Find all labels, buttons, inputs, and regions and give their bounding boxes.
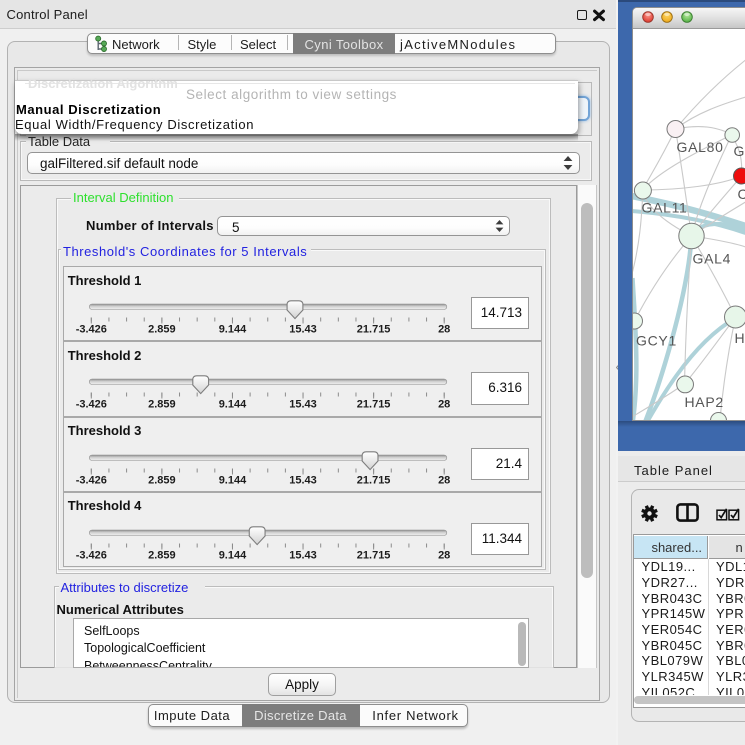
svg-text:2.859: 2.859 (148, 474, 176, 486)
svg-text:21.715: 21.715 (356, 324, 390, 336)
svg-text:9.144: 9.144 (218, 324, 246, 336)
svg-text:GAL80: GAL80 (676, 139, 723, 155)
svg-text:GAL4: GAL4 (692, 251, 731, 267)
svg-text:-3.426: -3.426 (75, 549, 106, 561)
svg-text:-3.426: -3.426 (75, 474, 106, 486)
svg-text:28: 28 (438, 549, 450, 561)
svg-text:-3.426: -3.426 (75, 324, 106, 336)
svg-text:21.715: 21.715 (356, 474, 390, 486)
svg-text:15.43: 15.43 (289, 549, 317, 561)
svg-text:9.144: 9.144 (218, 549, 246, 561)
svg-text:15.43: 15.43 (289, 399, 317, 411)
svg-text:15.43: 15.43 (289, 324, 317, 336)
svg-text:15.43: 15.43 (289, 474, 317, 486)
svg-text:-3.426: -3.426 (75, 399, 106, 411)
svg-text:HAP2: HAP2 (684, 394, 723, 410)
svg-text:9.144: 9.144 (218, 399, 246, 411)
svg-text:C: C (737, 186, 745, 202)
svg-text:21.715: 21.715 (356, 399, 390, 411)
svg-text:2.859: 2.859 (148, 549, 176, 561)
svg-text:2.859: 2.859 (148, 399, 176, 411)
svg-text:H: H (734, 330, 745, 346)
svg-text:9.144: 9.144 (218, 474, 246, 486)
svg-text:28: 28 (438, 474, 450, 486)
svg-text:21.715: 21.715 (356, 549, 390, 561)
svg-text:28: 28 (438, 324, 450, 336)
svg-text:GCY1: GCY1 (636, 333, 677, 349)
svg-text:G.: G. (733, 143, 745, 159)
svg-text:28: 28 (438, 399, 450, 411)
svg-text:GAL11: GAL11 (641, 200, 687, 216)
svg-text:2.859: 2.859 (148, 324, 176, 336)
